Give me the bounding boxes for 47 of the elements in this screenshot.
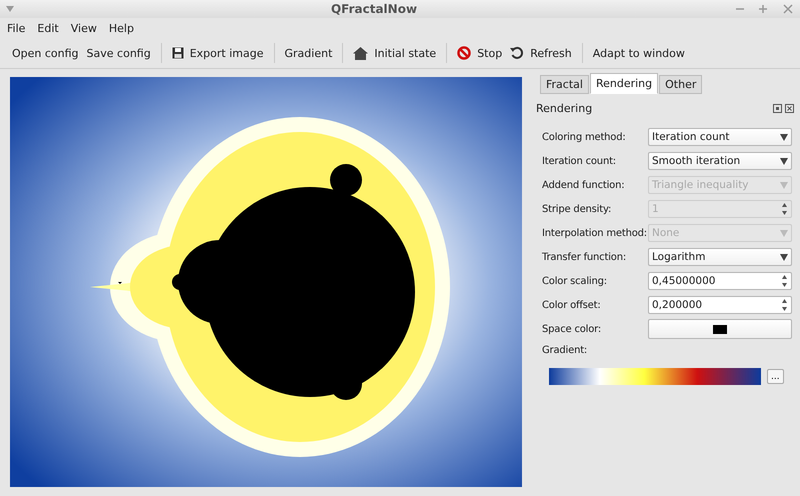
tab[interactable]: Other	[659, 75, 702, 94]
gradient-edit-button[interactable]: ...	[767, 369, 784, 384]
toolbar-button[interactable]: Refresh	[506, 44, 576, 62]
toolbar-button[interactable]: Initial state	[349, 44, 440, 62]
dock-title: Rendering	[536, 102, 592, 115]
spin-arrows-icon	[781, 297, 788, 313]
house-icon	[353, 46, 368, 60]
toolbar-button[interactable]: Save config	[82, 44, 155, 62]
field-label: Stripe density:	[542, 204, 612, 214]
field-label: Gradient:	[542, 345, 588, 356]
menu-item[interactable]: Edit	[37, 22, 59, 34]
menu-item[interactable]: File	[7, 22, 26, 34]
field-label: Transfer function:	[542, 252, 628, 262]
window-title: QFractalNow	[330, 2, 418, 16]
dropdown[interactable]: Smooth iteration	[648, 152, 792, 170]
field-label: Color offset:	[542, 300, 602, 310]
close-icon[interactable]	[785, 104, 794, 113]
spin-box[interactable]: 0,45000000	[648, 272, 792, 290]
dropdown-arrow-icon	[780, 230, 788, 236]
dropdown-arrow-icon	[780, 254, 788, 260]
spin-arrows-icon	[781, 273, 788, 289]
menu-item[interactable]: View	[70, 22, 97, 34]
color-button[interactable]	[648, 319, 792, 339]
tab[interactable]: Fractal	[540, 75, 589, 94]
spin-box[interactable]: 0,200000	[648, 296, 792, 314]
toolbar-button[interactable]: Stop	[453, 44, 506, 62]
toolbar-button[interactable]: Adapt to window	[588, 44, 689, 62]
dropdown[interactable]: Logarithm	[648, 248, 792, 266]
dropdown-arrow-icon	[780, 134, 788, 140]
toolbar-button[interactable]: Gradient	[280, 44, 336, 62]
stop-icon	[457, 46, 472, 60]
tab[interactable]: Rendering	[590, 73, 658, 94]
dropdown-arrow-icon	[780, 158, 788, 164]
toolbar-button[interactable]: Export image	[168, 44, 268, 62]
field-label: Interpolation method:	[542, 228, 648, 238]
field-label: Coloring method:	[542, 132, 627, 142]
float-icon[interactable]	[773, 104, 782, 113]
field-label: Space color:	[542, 324, 602, 334]
field-label: Addend function:	[542, 180, 626, 190]
menu-item[interactable]: Help	[108, 22, 134, 34]
field-label: Iteration count:	[542, 156, 617, 166]
toolbar-button[interactable]: Open config	[8, 44, 83, 62]
spin-arrows-icon	[781, 201, 788, 217]
dropdown[interactable]: Iteration count	[648, 128, 792, 146]
dropdown-arrow-icon	[780, 182, 788, 188]
refresh-icon	[510, 46, 524, 60]
field-label: Color scaling:	[542, 276, 608, 286]
